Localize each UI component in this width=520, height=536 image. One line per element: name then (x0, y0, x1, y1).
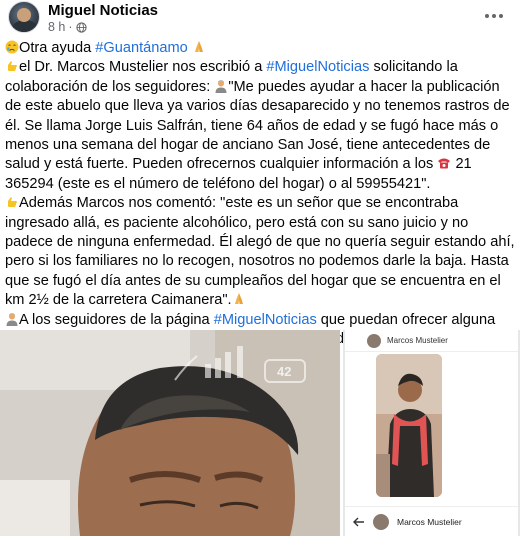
back-arrow-icon[interactable] (353, 517, 365, 527)
chat-image (376, 354, 442, 497)
more-options-button[interactable] (482, 6, 506, 26)
paragraph-2: el Dr. Marcos Mustelier nos escribió a #… (5, 59, 510, 192)
page-avatar[interactable] (8, 1, 40, 33)
post-photo-1[interactable]: 42 (0, 330, 340, 536)
pray-icon (194, 41, 203, 52)
post-meta: 8 h · (48, 20, 87, 34)
chat-screenshot: Marcos Mustelier Marcos Mustelier (345, 330, 518, 536)
post-body: Otra ayuda #Guantánamo el Dr. Marcos Mus… (5, 39, 515, 350)
post-header: Miguel Noticias 8 h · (0, 0, 520, 40)
person-icon (215, 79, 227, 93)
hashtag-miguelnoticias[interactable]: #MiguelNoticias (266, 59, 369, 75)
man-standing-photo (376, 354, 442, 497)
man-face-photo (0, 330, 340, 536)
contact-avatar-icon (367, 333, 381, 348)
globe-icon (75, 21, 87, 33)
page-name[interactable]: Miguel Noticias (48, 2, 158, 19)
pointing-hand-icon (8, 61, 17, 72)
contact-name-bottom: Marcos Mustelier (397, 516, 462, 527)
person-icon (6, 312, 18, 326)
battery-level-label: 42 (277, 364, 292, 379)
contact-name-top: Marcos Mustelier (387, 336, 448, 345)
pointing-hand-icon (8, 197, 17, 208)
hashtag-guantanamo[interactable]: #Guantánamo (95, 40, 188, 56)
pray-icon (234, 293, 243, 305)
chat-header-top: Marcos Mustelier (345, 330, 518, 352)
post-time[interactable]: 8 h (48, 20, 65, 34)
paragraph-1: Otra ayuda #Guantánamo (5, 39, 515, 58)
hashtag-miguelnoticias-2[interactable]: #MiguelNoticias (214, 312, 317, 328)
paragraph-3: Además Marcos nos comentó: "este es un s… (5, 195, 515, 309)
chat-header-bottom: Marcos Mustelier (345, 506, 518, 536)
meta-separator: · (68, 20, 73, 34)
post-photo-2[interactable]: Marcos Mustelier Marcos Mustelier (343, 330, 520, 536)
contact-avatar-icon (373, 513, 389, 530)
phone-icon (438, 158, 451, 169)
more-icon (485, 14, 489, 18)
crying-face-icon (5, 40, 19, 54)
